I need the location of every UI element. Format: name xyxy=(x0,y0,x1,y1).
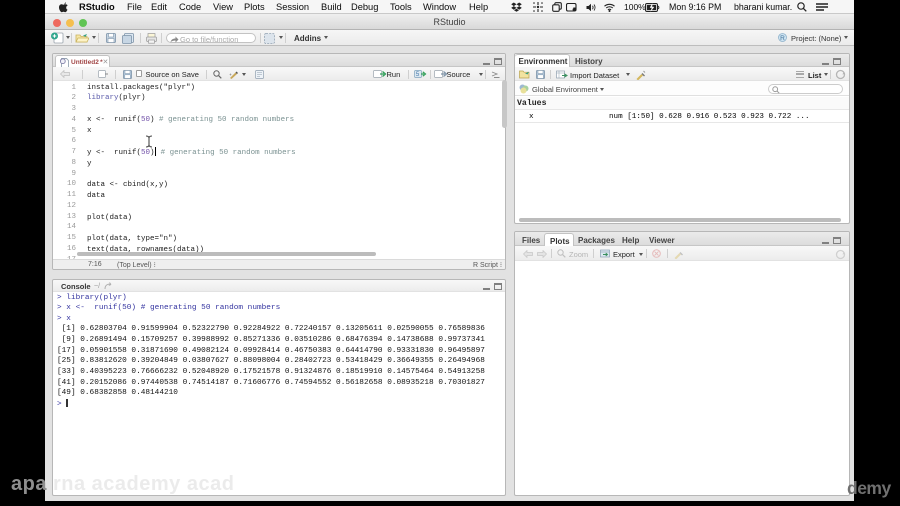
svg-text:R: R xyxy=(780,35,785,42)
